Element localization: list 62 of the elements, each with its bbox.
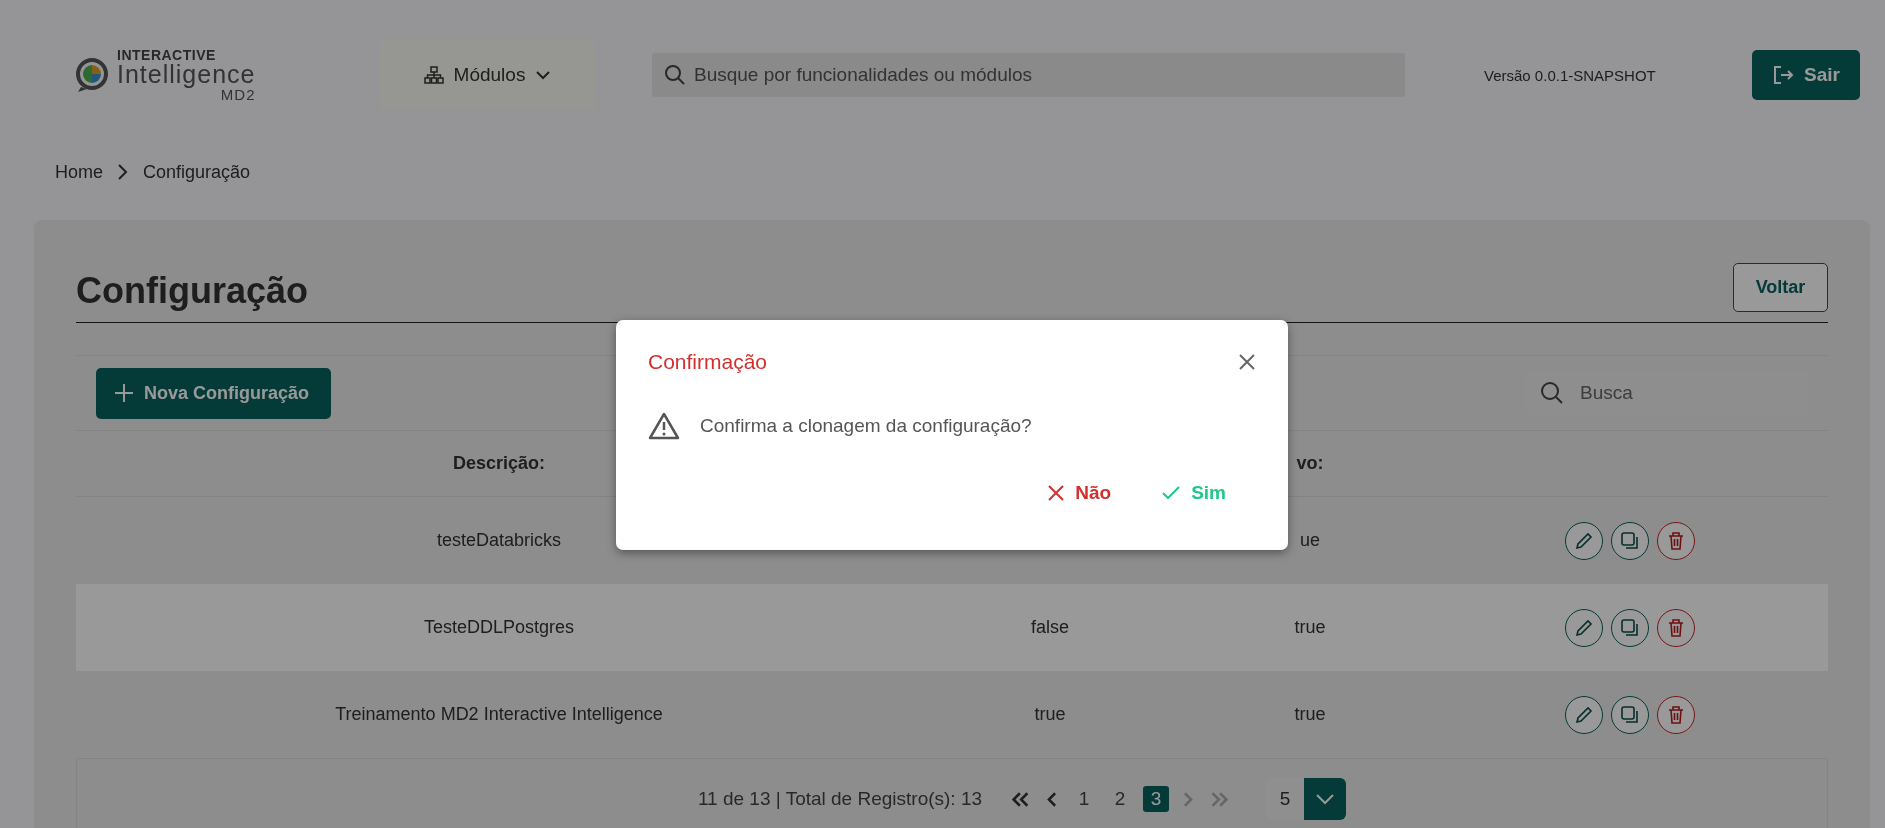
- close-icon: [1047, 484, 1066, 502]
- chevron-down-icon: [535, 70, 552, 80]
- clone-button[interactable]: [1611, 608, 1649, 647]
- check-icon: [1161, 485, 1182, 501]
- search-icon: [1540, 381, 1564, 405]
- logo-icon: [75, 57, 111, 93]
- back-button[interactable]: Voltar: [1733, 263, 1828, 312]
- double-right-icon: [1211, 791, 1229, 807]
- logo-text: Intelligence: [117, 62, 256, 87]
- close-icon: [1238, 353, 1256, 371]
- column-header: vo:: [1296, 453, 1324, 473]
- plus-icon: [114, 383, 134, 403]
- page-button[interactable]: 1: [1071, 786, 1098, 812]
- dialog-message: Confirma a clonagem da configuração?: [700, 415, 1032, 437]
- clone-button[interactable]: [1611, 695, 1649, 734]
- table-cell: true: [1294, 704, 1326, 724]
- double-left-icon: [1012, 791, 1030, 807]
- logo-text: MD2: [220, 87, 256, 102]
- table-row[interactable]: Treinamento MD2 Interactive Intelligence true true: [76, 671, 1828, 758]
- table-cell: false: [1031, 617, 1069, 637]
- page-size-dropdown-button[interactable]: [1304, 778, 1347, 820]
- chevron-right-icon: [117, 163, 129, 181]
- page-title: Configuração: [76, 270, 308, 312]
- new-configuration-button[interactable]: Nova Configuração: [96, 367, 332, 419]
- warning-icon: [648, 412, 680, 440]
- chevron-left-icon: [1047, 791, 1058, 807]
- edit-button[interactable]: [1565, 695, 1603, 734]
- table-cell: TesteDDLPostgres: [423, 617, 575, 637]
- delete-button[interactable]: [1657, 521, 1695, 560]
- pagination-summary: 11 de 13 | Total de Registro(s): 13: [697, 788, 983, 810]
- logo-text: INTERACTIVE: [117, 48, 217, 62]
- page-button[interactable]: 2: [1107, 786, 1134, 812]
- sitemap-icon: [423, 66, 444, 84]
- delete-button[interactable]: [1657, 608, 1695, 647]
- table-cell: Treinamento MD2 Interactive Intelligence: [335, 704, 663, 724]
- page-button[interactable]: 3: [1143, 786, 1170, 812]
- modules-button[interactable]: Módulos: [380, 40, 595, 110]
- logout-icon: [1772, 64, 1795, 86]
- breadcrumb-link[interactable]: Configuração: [143, 161, 251, 183]
- cancel-button[interactable]: Não: [1047, 482, 1112, 504]
- chevron-down-icon: [1315, 793, 1336, 805]
- copy-icon: [1619, 616, 1641, 639]
- logout-button[interactable]: Sair: [1752, 50, 1860, 100]
- table-row[interactable]: TesteDDLPostgres false true: [76, 584, 1828, 671]
- edit-button[interactable]: [1565, 521, 1603, 560]
- search-field[interactable]: Busque por funcionalidades ou módulos: [652, 53, 1405, 97]
- delete-button[interactable]: [1657, 695, 1695, 734]
- edit-button[interactable]: [1565, 608, 1603, 647]
- copy-icon: [1619, 703, 1641, 726]
- breadcrumb-link[interactable]: Home: [55, 161, 103, 183]
- version-label: Versão 0.0.1-SNAPSHOT: [1484, 66, 1657, 84]
- dialog-title: Confirmação: [648, 350, 768, 374]
- table-cell: testeDatabricks: [436, 530, 562, 550]
- table-cell: true: [1034, 704, 1066, 724]
- copy-icon: [1619, 529, 1641, 552]
- clone-button[interactable]: [1611, 521, 1649, 560]
- column-header: Descrição:: [452, 453, 546, 473]
- table-cell: ue: [1300, 530, 1320, 550]
- chevron-right-icon: [1183, 791, 1194, 807]
- close-button[interactable]: [1238, 353, 1256, 371]
- table-cell: true: [1294, 617, 1326, 637]
- search-icon: [664, 64, 686, 86]
